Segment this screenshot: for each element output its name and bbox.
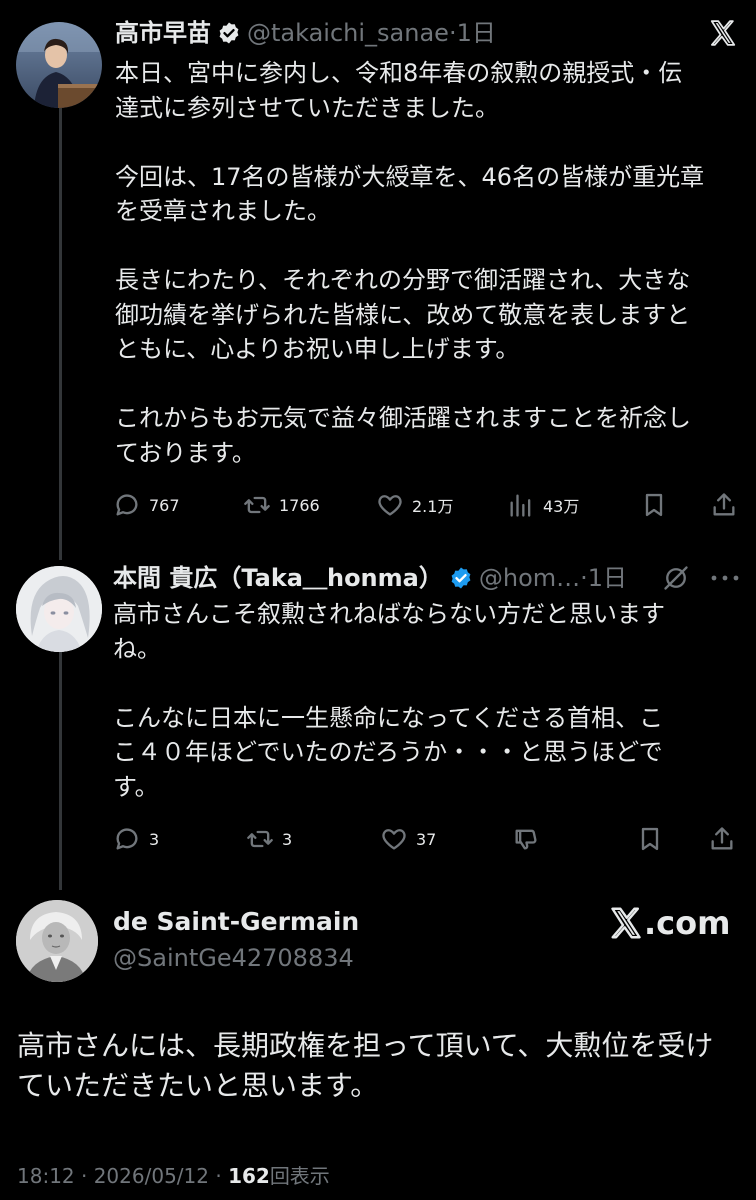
dislike-button[interactable] — [512, 825, 540, 853]
views-count: 43万 — [543, 497, 580, 516]
repost-button[interactable]: 3 — [246, 825, 292, 853]
post-text-line: これからもお元気で益々御活躍されますことを祈念し — [115, 404, 691, 432]
post-text-line: ともに、心よりお祝い申し上げます。 — [115, 335, 520, 363]
post-body: 高市さんこそ叙勲されねばならない方だと思います ね。 こんなに日本に一生懸命にな… — [113, 597, 743, 804]
quote-author-name[interactable]: de Saint-Germain — [113, 907, 359, 936]
bookmark-icon — [645, 493, 663, 517]
reply-count: 767 — [149, 495, 180, 515]
post-text-line: 御功績を挙げられた皆様に、改めて敬意を表しますと — [115, 300, 691, 329]
author-handle[interactable]: @takaichi_sanae — [247, 18, 449, 48]
repost-button[interactable]: 1766 — [243, 491, 320, 519]
like-count: 2.1万 — [412, 497, 454, 516]
thread-line — [59, 105, 62, 560]
quote-text-line: 高市さんには、長期政権を担って頂いて、大勲位を受け — [17, 1029, 714, 1062]
quote-author-handle[interactable]: @SaintGe42708834 — [113, 944, 354, 972]
timestamp[interactable]: 1日 — [588, 563, 627, 593]
verified-badge-icon — [219, 22, 239, 44]
xcom-label: .com — [608, 904, 730, 942]
post-text-line: 高市さんこそ叙勲されねばならない方だと思います — [113, 600, 665, 628]
bookmark-button[interactable] — [636, 825, 664, 853]
reply-icon — [116, 494, 138, 516]
post-text-line: 長きにわたり、それぞれの分野で御活躍され、大きな — [115, 266, 691, 294]
x-logo-icon[interactable] — [708, 18, 738, 48]
share-icon — [713, 493, 735, 516]
reply-count: 3 — [149, 829, 160, 849]
author-name[interactable]: 本間 貴広（Taka＿honma） — [113, 563, 443, 593]
avatar[interactable] — [16, 22, 102, 108]
like-icon — [382, 829, 406, 850]
post-text-line: を受章されました。 — [115, 197, 331, 225]
avatar[interactable] — [16, 566, 102, 652]
views-icon — [510, 494, 531, 517]
post-text-line: こ４０年ほどでいたのだろうか・・・と思うほどで — [113, 738, 663, 766]
avatar[interactable] — [16, 900, 98, 982]
post-text-line: ね。 — [113, 634, 161, 663]
repost-count: 1766 — [279, 495, 320, 515]
like-icon — [378, 495, 402, 516]
post-text-line: 本日、宮中に参内し、令和8年春の叙勲の親授式・伝 — [115, 59, 683, 87]
share-button[interactable] — [708, 825, 736, 853]
timestamp[interactable]: 1日 — [457, 18, 496, 48]
separator: · — [580, 564, 588, 592]
reply-button[interactable]: 3 — [113, 825, 159, 853]
quote-body: 高市さんには、長期政権を担って頂いて、大勲位を受け ていただきたいと思います。 — [17, 1026, 747, 1106]
site-label: .com — [644, 904, 731, 942]
view-count-label: 回表示 — [269, 1164, 330, 1188]
author-name[interactable]: 高市早苗 — [115, 18, 211, 48]
post-text-line: す。 — [113, 772, 159, 801]
quote-text-line: ていただきたいと思います。 — [17, 1069, 379, 1102]
verified-badge-icon — [451, 567, 471, 589]
separator: · — [448, 19, 457, 47]
like-count: 37 — [416, 829, 437, 849]
post-header: 本間 貴広（Taka＿honma） @hom… · 1日 — [113, 563, 627, 593]
like-button[interactable]: 37 — [380, 825, 436, 853]
views-button[interactable]: 43万 — [507, 491, 579, 519]
like-button[interactable]: 2.1万 — [376, 491, 453, 519]
post-datetime: 18:12 · 2026/05/12 · — [17, 1164, 229, 1188]
reply-icon — [116, 828, 138, 850]
bookmark-button[interactable] — [640, 491, 668, 519]
repost-count: 3 — [282, 829, 293, 849]
post-text-line: ております。 — [115, 438, 256, 467]
x-logo-icon — [611, 907, 641, 939]
bookmark-icon — [641, 827, 659, 851]
dislike-icon — [515, 829, 537, 850]
post-text-line: 今回は、17名の皆様が大綬章を、46名の皆様が重光章 — [115, 162, 705, 191]
post-header: 高市早苗 @takaichi_sanae · 1日 — [115, 18, 496, 48]
post-text-line: こんなに日本に一生懸命になってくださる首相、こ — [113, 703, 664, 732]
author-handle[interactable]: @hom… — [479, 563, 580, 593]
post-body: 本日、宮中に参内し、令和8年春の叙勲の親授式・伝 達式に参列させていただきました… — [115, 56, 745, 470]
post-meta: 18:12 · 2026/05/12 · 162回表示 — [17, 1160, 330, 1189]
grok-icon[interactable] — [662, 564, 690, 592]
view-count: 162 — [228, 1164, 270, 1188]
post-text-line: 達式に参列させていただきました。 — [115, 93, 499, 122]
share-button[interactable] — [710, 491, 738, 519]
share-icon — [711, 827, 733, 850]
more-icon[interactable] — [708, 564, 742, 592]
repost-icon — [244, 496, 270, 514]
repost-icon — [247, 830, 273, 848]
thread-line — [59, 650, 62, 890]
reply-button[interactable]: 767 — [113, 491, 180, 519]
